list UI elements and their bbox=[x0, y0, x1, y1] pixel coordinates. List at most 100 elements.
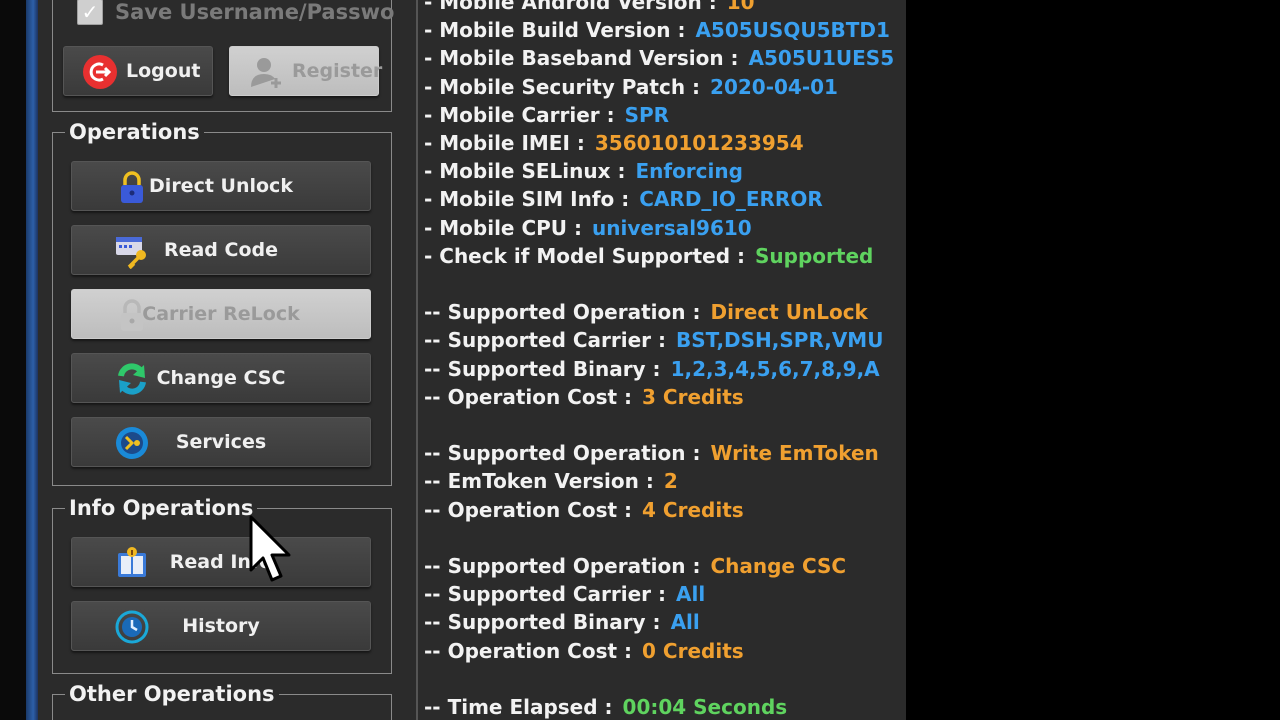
log-value: universal9610 bbox=[592, 215, 752, 240]
log-value: 1,2,3,4,5,6,7,8,9,A bbox=[670, 356, 880, 381]
log-value: 0 Credits bbox=[642, 638, 744, 663]
save-credentials-checkbox[interactable]: ✓ bbox=[77, 0, 103, 25]
log-value: BST,DSH,SPR,VMU bbox=[676, 328, 884, 353]
log-prefix: -- bbox=[424, 356, 448, 381]
register-button[interactable]: Register bbox=[229, 46, 383, 96]
direct-unlock-label: Direct Unlock bbox=[149, 175, 293, 197]
log-line: - Mobile Android Version : 10 bbox=[424, 0, 755, 16]
log-key: EmToken Version : bbox=[447, 469, 654, 494]
log-key: Supported Operation : bbox=[447, 554, 701, 578]
read-info-button[interactable]: Read Info bbox=[71, 537, 371, 587]
log-value: A505U1UES5 bbox=[748, 46, 895, 71]
log-key: Supported Binary : bbox=[447, 356, 661, 381]
log-prefix: -- bbox=[424, 497, 448, 522]
log-prefix: - bbox=[424, 46, 440, 71]
log-line: -- Operation Cost : 4 Credits bbox=[424, 496, 744, 524]
log-key: Mobile Android Version : bbox=[439, 0, 717, 14]
log-value: 2 bbox=[663, 469, 678, 494]
log-key: Supported Carrier : bbox=[447, 582, 667, 607]
add-user-icon bbox=[251, 58, 281, 88]
log-line: - Mobile IMEI : 356010101233954 bbox=[424, 129, 804, 157]
log-prefix: - bbox=[424, 18, 440, 43]
log-value: Write EmToken bbox=[710, 441, 879, 466]
log-line: -- Supported Carrier : All bbox=[424, 580, 705, 608]
unlock-tool-window: ✓ Save Username/Passwo Logout Register O… bbox=[38, 0, 906, 720]
log-prefix: -- bbox=[424, 554, 448, 578]
log-line: - Mobile Carrier : SPR bbox=[424, 101, 669, 129]
log-line: -- Operation Cost : 0 Credits bbox=[424, 637, 744, 665]
log-value: SPR bbox=[624, 102, 670, 127]
log-key: Mobile Build Version : bbox=[439, 18, 686, 43]
log-prefix: - bbox=[424, 187, 440, 212]
log-line: - Mobile SIM Info : CARD_IO_ERROR bbox=[424, 185, 823, 213]
read-info-label: Read Info bbox=[169, 551, 273, 573]
log-key: Mobile Security Patch : bbox=[439, 74, 701, 99]
logout-button[interactable]: Logout bbox=[63, 46, 213, 96]
output-log[interactable]: - Mobile Android Version : 10 - Mobile Bui… bbox=[424, 0, 906, 720]
log-key: Operation Cost : bbox=[447, 497, 633, 522]
log-key: Supported Binary : bbox=[447, 610, 661, 635]
logout-icon bbox=[83, 55, 117, 89]
log-line: -- Supported Carrier : BST,DSH,SPR,VMU bbox=[424, 326, 883, 354]
log-value: A505USQU5BTD1 bbox=[695, 18, 890, 43]
log-prefix: - bbox=[424, 215, 440, 240]
log-value: Direct UnLock bbox=[710, 300, 868, 325]
log-value: CARD_IO_ERROR bbox=[639, 187, 823, 212]
save-credentials-label: Save Username/Passwo bbox=[115, 0, 395, 24]
log-line: - Mobile SELinux : Enforcing bbox=[424, 157, 743, 185]
services-button[interactable]: Services bbox=[71, 417, 371, 467]
log-key: Supported Operation : bbox=[447, 441, 701, 466]
log-prefix: -- bbox=[424, 610, 448, 635]
log-line: - Check if Model Supported : Supported bbox=[424, 242, 873, 270]
log-prefix: -- bbox=[424, 384, 448, 409]
direct-unlock-button[interactable]: Direct Unlock bbox=[71, 161, 371, 211]
log-line: - Mobile Build Version : A505USQU5BTD1 bbox=[424, 16, 890, 44]
log-key: Mobile SIM Info : bbox=[439, 187, 630, 212]
log-key: Operation Cost : bbox=[447, 638, 633, 663]
other-operations-group: Other Operations bbox=[52, 681, 392, 720]
log-line: -- Supported Operation : Write EmToken bbox=[424, 439, 879, 467]
log-value: 356010101233954 bbox=[594, 131, 804, 155]
log-key: Time Elapsed : bbox=[447, 695, 613, 719]
log-value: 10 bbox=[726, 0, 755, 14]
screen-background bbox=[906, 0, 1280, 720]
log-line: -- Supported Binary : 1,2,3,4,5,6,7,8,9,A bbox=[424, 355, 880, 383]
log-line: -- Time Elapsed : 00:04 Seconds bbox=[424, 693, 787, 720]
log-prefix: -- bbox=[424, 695, 448, 719]
log-prefix: -- bbox=[424, 469, 448, 494]
change-csc-button[interactable]: Change CSC bbox=[71, 353, 371, 403]
log-line: -- EmToken Version : 2 bbox=[424, 467, 678, 495]
log-prefix: -- bbox=[424, 328, 448, 353]
read-code-button[interactable]: Read Code bbox=[71, 225, 371, 275]
log-value: Enforcing bbox=[635, 159, 743, 184]
log-line: - Mobile Security Patch : 2020-04-01 bbox=[424, 73, 838, 101]
log-line: -- Supported Binary : All bbox=[424, 608, 700, 636]
change-csc-label: Change CSC bbox=[156, 367, 286, 389]
history-button[interactable]: History bbox=[71, 601, 371, 651]
log-key: Check if Model Supported : bbox=[439, 243, 746, 268]
services-label: Services bbox=[175, 431, 267, 453]
login-group: ✓ Save Username/Passwo Logout Register bbox=[52, 0, 394, 112]
log-prefix: - bbox=[424, 159, 440, 184]
carrier-relock-button[interactable]: Carrier ReLock bbox=[71, 289, 371, 339]
mouse-cursor-icon bbox=[249, 515, 291, 582]
log-prefix: - bbox=[424, 0, 440, 14]
log-value: 3 Credits bbox=[642, 384, 744, 409]
log-value: 4 Credits bbox=[642, 497, 744, 522]
info-operations-title: Info Operations bbox=[65, 495, 258, 521]
log-value: 2020-04-01 bbox=[710, 74, 838, 99]
register-label: Register bbox=[292, 60, 383, 82]
save-credentials-row[interactable]: ✓ Save Username/Passwo bbox=[77, 0, 394, 26]
log-key: Supported Carrier : bbox=[447, 328, 667, 353]
window-border-accent bbox=[26, 0, 38, 720]
operations-group: Operations Direct Unlock Read Code Carri… bbox=[52, 119, 392, 486]
log-prefix: -- bbox=[424, 300, 448, 325]
log-value: Supported bbox=[755, 243, 874, 268]
log-value: All bbox=[670, 610, 700, 635]
read-code-label: Read Code bbox=[163, 239, 279, 261]
log-key: Mobile Baseband Version : bbox=[439, 46, 739, 71]
log-prefix: -- bbox=[424, 441, 448, 466]
